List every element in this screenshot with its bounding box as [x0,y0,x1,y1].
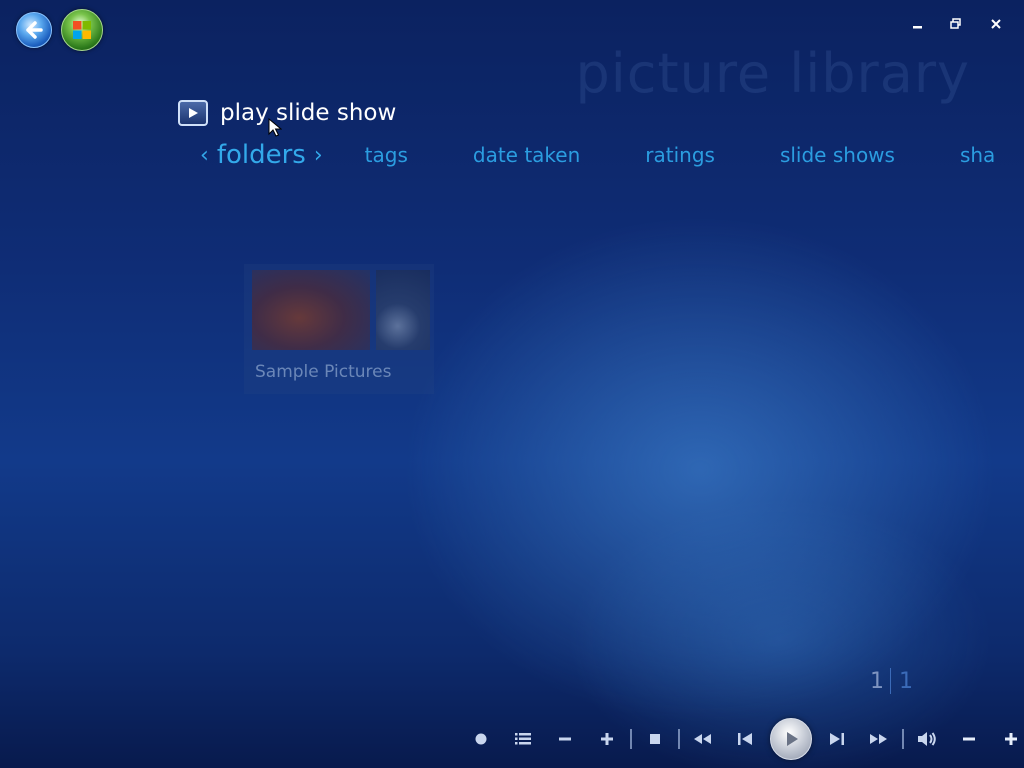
record-icon [475,733,487,745]
volume-down-button[interactable] [948,718,990,760]
chevron-right-icon: › [313,142,323,168]
fast-forward-icon [870,734,887,744]
stop-button[interactable] [634,718,676,760]
folder-thumbnail [376,270,430,350]
minimize-icon [913,26,922,29]
back-arrow-icon [26,21,43,39]
nav-item-ratings[interactable]: ratings [645,143,715,167]
mouse-cursor-icon [268,118,282,137]
minus-icon [963,737,975,741]
windows-start-button[interactable] [61,9,103,51]
minimize-button[interactable] [908,14,928,34]
skip-back-button[interactable] [724,718,766,760]
play-icon [787,732,798,746]
list-icon [515,733,531,745]
channel-up-button[interactable] [586,718,628,760]
channel-down-button[interactable] [544,718,586,760]
close-button[interactable] [986,14,1006,34]
pager-divider [890,668,891,694]
skip-back-icon [738,733,752,745]
nav-item-tags[interactable]: tags [365,143,408,167]
play-slideshow-icon [178,100,208,126]
separator [630,729,632,749]
nav-item-slide-shows[interactable]: slide shows [780,143,895,167]
plus-icon [601,733,613,745]
skip-forward-button[interactable] [816,718,858,760]
back-button[interactable] [16,12,52,48]
windows-logo-icon [73,21,91,39]
play-slide-show-button[interactable]: play slide show [178,100,396,126]
rewind-icon [694,734,711,744]
volume-up-button[interactable] [990,718,1024,760]
folder-thumbnail [252,270,370,350]
separator [902,729,904,749]
transport-controls [460,716,1024,762]
chevron-left-icon: ‹ [200,142,209,168]
rewind-button[interactable] [682,718,724,760]
nav-item-date-taken[interactable]: date taken [473,143,580,167]
plus-icon [1005,733,1017,745]
nav-item-label: folders [216,140,306,170]
speaker-icon [918,732,936,746]
fast-forward-button[interactable] [858,718,900,760]
separator [678,729,680,749]
page-title-watermark: picture library [575,42,970,105]
page-indicator: 1 1 [870,668,913,694]
guide-button[interactable] [502,718,544,760]
category-nav: ‹ folders › tags date taken ratings slid… [200,140,995,170]
restore-icon [950,18,961,29]
record-button[interactable] [460,718,502,760]
nav-item-folders[interactable]: ‹ folders › [200,140,323,170]
current-page: 1 [870,668,884,694]
play-slide-show-label: play slide show [220,100,397,126]
nav-item-shared[interactable]: sha [960,143,995,167]
close-icon [991,19,1001,29]
stop-icon [650,734,660,744]
restore-button[interactable] [946,14,966,34]
mute-button[interactable] [906,718,948,760]
play-button[interactable] [770,718,812,760]
folder-tile-sample-pictures[interactable]: Sample Pictures [244,264,434,394]
skip-forward-icon [830,733,844,745]
folder-label: Sample Pictures [255,362,392,382]
total-pages: 1 [899,668,913,694]
minus-icon [559,737,571,741]
